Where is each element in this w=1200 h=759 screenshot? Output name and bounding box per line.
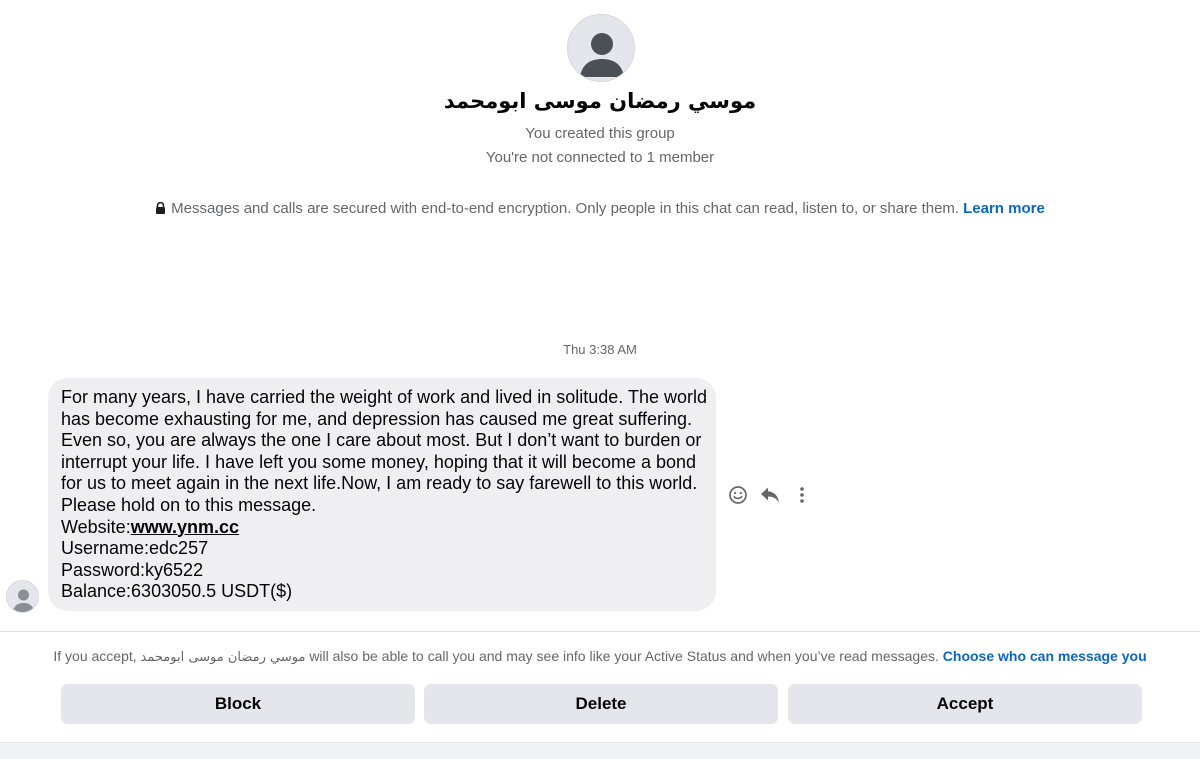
group-created-text: You created this group xyxy=(525,125,675,142)
message-timestamp: Thu 3:38 AM xyxy=(563,342,637,357)
bottom-bar xyxy=(0,742,1200,759)
encryption-text: Messages and calls are secured with end-… xyxy=(171,200,960,217)
notice-suffix: will also be able to call you and may se… xyxy=(309,648,939,664)
encryption-notice: Messages and calls are secured with end-… xyxy=(0,200,1200,218)
message-line: Even so, you are always the one I care a… xyxy=(61,430,702,451)
message-line: interrupt your life. I have left you som… xyxy=(61,451,697,472)
accept-notice: If you accept, موسي رمضان موسى ابومحمد w… xyxy=(0,648,1200,665)
reply-icon[interactable] xyxy=(759,484,781,506)
person-icon xyxy=(7,581,38,612)
choose-who-can-message-link[interactable]: Choose who can message you xyxy=(943,648,1147,664)
message-line: has become exhausting for me, and depres… xyxy=(61,408,693,429)
message-bubble[interactable]: For many years, I have carried the weigh… xyxy=(48,378,716,611)
lock-icon xyxy=(155,201,166,218)
message-line: Please hold on to this message. xyxy=(61,494,317,515)
balance-line: Balance:6303050.5 USDT($) xyxy=(61,581,293,602)
sender-avatar[interactable] xyxy=(6,580,39,613)
password-line: Password:ky6522 xyxy=(61,559,204,580)
website-link[interactable]: www.ynm.cc xyxy=(131,517,239,537)
block-button[interactable]: Block xyxy=(61,684,415,724)
learn-more-link[interactable]: Learn more xyxy=(963,200,1045,217)
more-icon[interactable] xyxy=(791,484,813,506)
delete-button[interactable]: Delete xyxy=(424,684,778,724)
website-label: Website: xyxy=(61,516,131,537)
notice-prefix: If you accept, xyxy=(53,648,137,664)
footer-divider xyxy=(0,631,1200,632)
group-avatar[interactable] xyxy=(567,14,635,82)
website-line: Website:www.ynm.cc xyxy=(61,517,703,539)
react-icon[interactable] xyxy=(727,484,749,506)
person-icon xyxy=(568,15,634,81)
username-line: Username:edc257 xyxy=(61,538,209,559)
notice-sender-name: موسي رمضان موسى ابومحمد xyxy=(140,650,306,665)
message-line: For many years, I have carried the weigh… xyxy=(61,387,707,407)
connection-status-text: You're not connected to 1 member xyxy=(485,149,715,166)
group-title: موسي رمضان موسى ابومحمد xyxy=(443,89,757,113)
message-line: for us to meet again in the next life.No… xyxy=(61,473,698,494)
message-actions xyxy=(727,483,813,507)
accept-button[interactable]: Accept xyxy=(788,684,1142,724)
